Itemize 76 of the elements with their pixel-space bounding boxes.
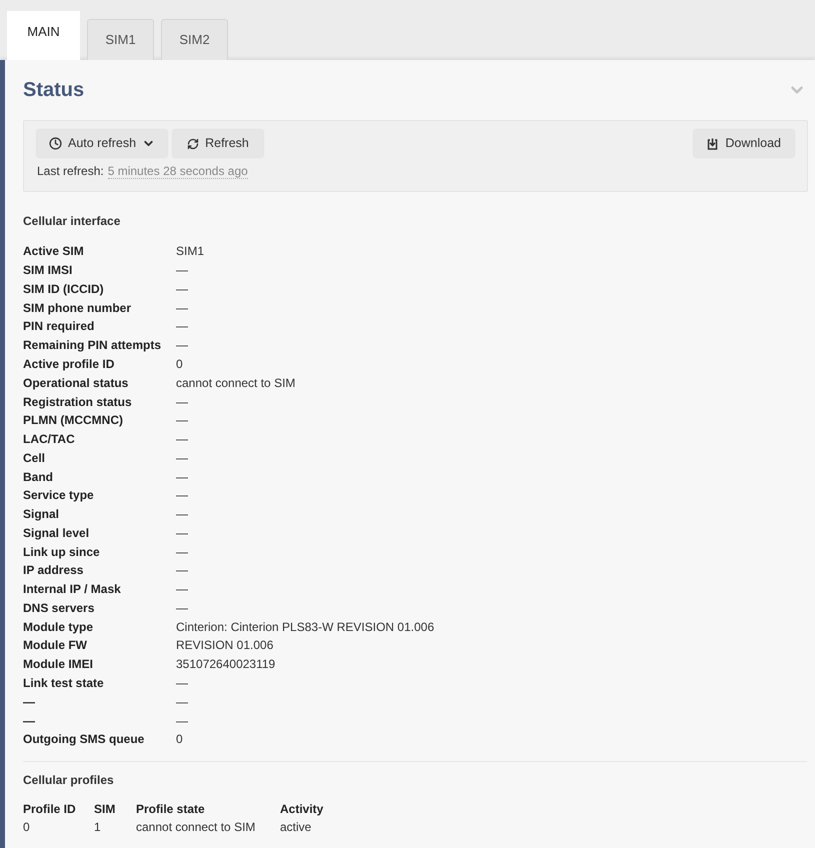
last-refresh-label: Last refresh: [37,163,104,180]
field-value: cannot connect to SIM [176,374,296,392]
column-header: Profile ID [23,800,77,818]
table-cell-text: cannot connect to SIM [136,818,256,836]
field-label: Signal level [23,524,90,542]
field-label: Remaining PIN attempts [23,337,162,354]
tab[interactable]: SIM2 [161,19,228,60]
field-label: Registration status [23,394,133,410]
field-value: — [176,544,188,561]
column-header: Activity [280,800,324,818]
field-value: REVISION 01.006 [176,637,274,654]
field-label: Signal [23,506,60,524]
field-label: Active SIM [23,243,85,260]
section-title: Status [23,78,84,103]
field-value: — [176,394,188,410]
field-label: LAC/TAC [23,431,76,448]
field-value: 0 [176,731,183,748]
field-value: Cinterion: Cinterion PLS83-W REVISION 01.006 [176,618,434,636]
download-button[interactable]: Download [694,130,794,157]
field-value: — [176,337,188,354]
field-value: — [176,712,188,730]
field-value: — [176,431,188,448]
field-value: — [176,562,188,580]
field-value: — [176,487,188,504]
field-label: Module FW [23,637,88,654]
field-value: — [176,468,188,486]
field-label: Module type [23,618,94,636]
field-label: Link test state [23,674,105,692]
field-label: Internal IP / Mask [23,581,122,598]
field-value: SIM1 [176,243,204,260]
field-value: — [176,581,188,598]
field-value: — [176,506,188,524]
tab[interactable]: MAIN [7,11,80,60]
section-heading: Cellular profiles [23,772,115,789]
field-label: Module IMEI [23,656,94,674]
field-label: IP address [23,562,84,580]
field-value: — [176,674,188,692]
field-value: — [176,280,188,298]
last-refresh-time: 5 minutes 28 seconds ago [108,164,248,178]
refresh-icon [187,138,200,150]
field-value: — [176,600,188,617]
clock-icon [49,137,62,150]
column-header: Profile state [136,800,206,818]
field-label: Service type [23,487,95,504]
field-label: Operational status [23,374,130,392]
refresh-button[interactable]: Refresh [173,130,263,157]
tab[interactable]: SIM1 [87,19,154,60]
field-label: — [23,712,36,730]
field-label: PIN required [23,318,96,336]
field-label: Active profile ID [23,356,116,373]
download-icon [707,138,718,150]
field-value: — [176,318,188,336]
field-value: 351072640023119 [176,656,276,674]
field-value: — [176,300,188,317]
field-label: DNS servers [23,600,96,617]
field-value: — [176,450,188,467]
field-label: SIM IMSI [23,262,74,280]
field-label: SIM ID (ICCID) [23,280,105,298]
table-cell-text: 1 [94,818,102,836]
field-value: — [176,524,188,542]
field-value: — [176,694,188,711]
field-label: SIM phone number [23,300,132,317]
table-cell-text: active [280,818,312,836]
section-heading: Cellular interface [23,213,122,230]
field-value: — [176,262,188,280]
field-label: Outgoing SMS queue [23,731,146,748]
field-label: Cell [23,450,46,467]
table-cell-text: 0 [23,818,31,836]
field-value: 0 [176,356,183,373]
field-label: Band [23,468,54,486]
field-label: Link up since [23,544,101,561]
field-label: — [23,694,36,711]
column-header: SIM [94,800,116,818]
field-value: — [176,412,188,430]
auto-refresh-dropdown[interactable]: Auto refresh [37,130,168,157]
field-label: PLMN (MCCMNC) [23,412,124,430]
